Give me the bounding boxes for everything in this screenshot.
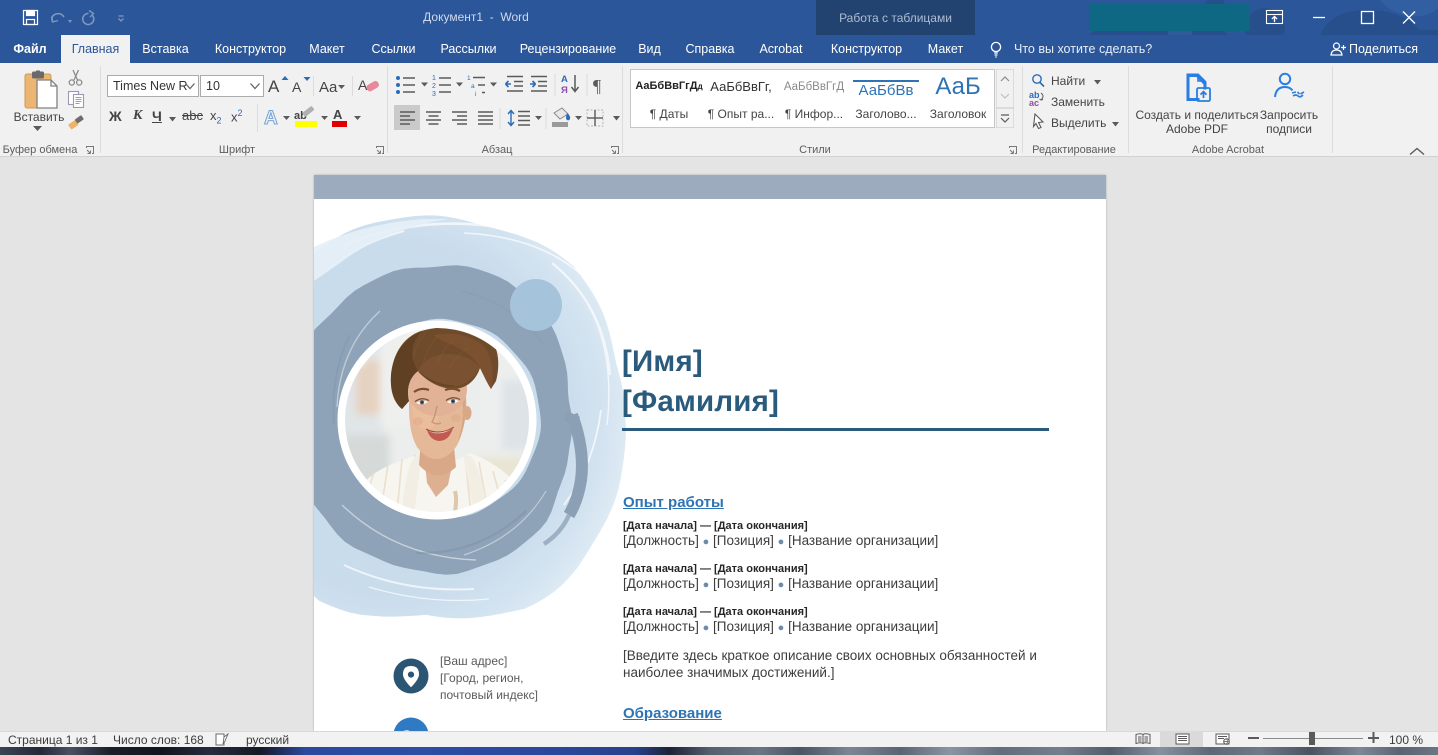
svg-text:А: А: [561, 74, 568, 85]
svg-text:Я: Я: [561, 85, 568, 96]
svg-text:1: 1: [467, 75, 471, 82]
svg-text:a: a: [471, 83, 475, 90]
svg-text:A: A: [268, 77, 280, 96]
svg-text:A: A: [333, 107, 343, 122]
svg-text:¶: ¶: [593, 76, 601, 96]
svg-text:3: 3: [432, 91, 436, 98]
svg-text:2: 2: [432, 83, 436, 90]
svg-text:A: A: [292, 79, 302, 95]
svg-text:ac: ac: [1029, 98, 1039, 107]
svg-text:A: A: [264, 108, 278, 129]
svg-text:A: A: [358, 77, 368, 93]
svg-text:1: 1: [432, 75, 436, 82]
svg-text:Aa: Aa: [319, 79, 338, 96]
svg-text:i: i: [475, 91, 476, 98]
